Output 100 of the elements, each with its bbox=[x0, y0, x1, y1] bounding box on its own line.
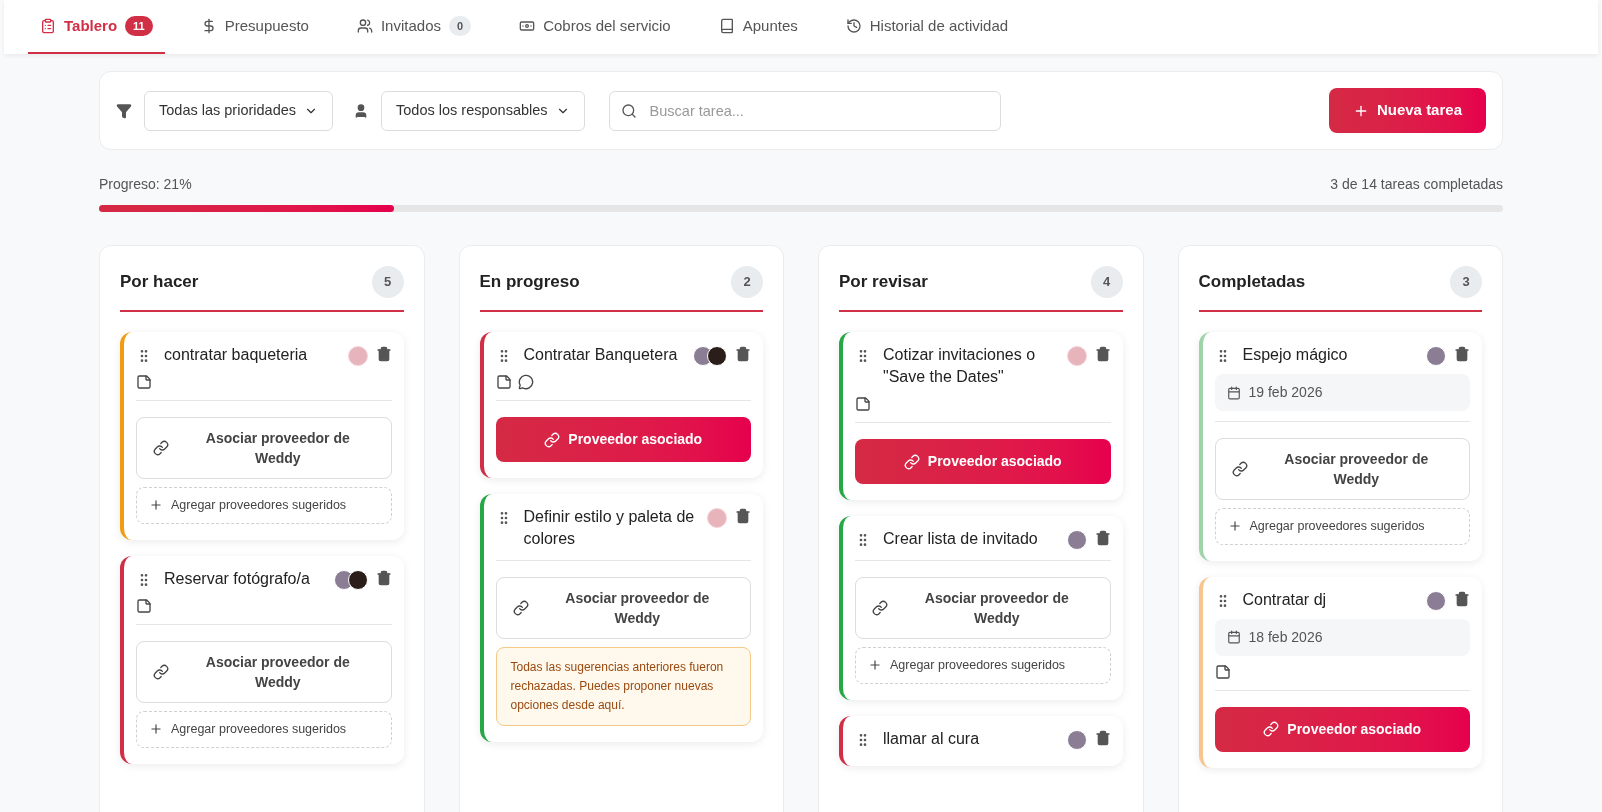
avatar bbox=[1066, 729, 1087, 750]
trash-icon[interactable] bbox=[735, 508, 751, 524]
task-title: Espejo mágico bbox=[1241, 345, 1349, 365]
note-icon[interactable] bbox=[495, 374, 512, 390]
trash-icon[interactable] bbox=[375, 569, 392, 586]
avatar bbox=[1426, 590, 1446, 611]
trash-icon[interactable] bbox=[1094, 729, 1111, 746]
history-icon bbox=[845, 18, 862, 34]
task-card[interactable]: contratar baqueteria Asociar proveedor de Weddy Agregar proveedores sugeridos bbox=[120, 332, 404, 540]
task-card[interactable]: Definir estilo y paleta de colores Asociar proveedor de Weddy Todas las sugerencias anteriores fueron rechazadas. Puedes proponer nuevas opciones desde aquí. bbox=[479, 494, 763, 742]
task-card[interactable]: Espejo mágico 19 feb 2026 Asociar proveedor de Weddy Agregar proveedores sugeridos bbox=[1198, 332, 1482, 561]
link-icon bbox=[544, 431, 561, 448]
avatar bbox=[347, 569, 368, 590]
avatar bbox=[707, 508, 727, 528]
warning-message: Todas las sugerencias anteriores fueron rechazadas. Puedes proponer nuevas opciones desde aquí. bbox=[495, 647, 751, 726]
add-suggested-providers-button[interactable]: Agregar proveedores sugeridos bbox=[136, 710, 392, 748]
link-icon bbox=[1263, 721, 1280, 738]
column-title: Por hacer bbox=[120, 271, 199, 294]
avatar bbox=[707, 346, 727, 366]
column-title: Completadas bbox=[1198, 271, 1306, 294]
calendar-icon bbox=[1226, 630, 1241, 645]
associate-provider-button[interactable]: Asociar proveedor de Weddy bbox=[136, 417, 392, 479]
tab[interactable]: Cobros del servicio bbox=[507, 0, 683, 54]
tab[interactable]: Tablero 11 bbox=[28, 0, 165, 54]
banknote-icon bbox=[519, 18, 536, 34]
plus-icon bbox=[1227, 519, 1242, 534]
note-icon[interactable] bbox=[1214, 663, 1231, 680]
associate-provider-button[interactable]: Asociar proveedor de Weddy bbox=[855, 577, 1111, 639]
task-title: contratar baqueteria bbox=[163, 345, 309, 365]
plus-icon bbox=[868, 658, 882, 673]
note-icon[interactable] bbox=[136, 374, 152, 390]
trash-icon[interactable] bbox=[735, 346, 751, 362]
link-icon bbox=[903, 453, 920, 470]
plus-icon bbox=[149, 722, 163, 737]
task-title: Reservar fotógrafo/a bbox=[163, 568, 311, 589]
due-date: 18 feb 2026 bbox=[1248, 627, 1323, 647]
tab[interactable]: Invitados 0 bbox=[344, 0, 484, 54]
count-badge: 5 bbox=[371, 266, 404, 298]
filter-icon bbox=[116, 102, 132, 119]
task-card[interactable]: Crear lista de invitado Asociar proveedor de Weddy Agregar proveedores sugeridos bbox=[839, 516, 1123, 700]
task-title: Contratar dj bbox=[1241, 589, 1328, 610]
avatar bbox=[1066, 530, 1087, 550]
trash-icon[interactable] bbox=[1454, 346, 1470, 362]
add-suggested-providers-button[interactable]: Agregar proveedores sugeridos bbox=[855, 647, 1111, 684]
tab[interactable]: Presupuesto bbox=[188, 0, 321, 54]
priority-dropdown[interactable]: Todas las prioridades bbox=[144, 90, 334, 131]
count-badge: 4 bbox=[1090, 266, 1123, 298]
avatar bbox=[1426, 346, 1446, 366]
count-badge: 2 bbox=[731, 266, 763, 298]
task-card[interactable]: llamar al cura bbox=[839, 715, 1123, 766]
search-icon bbox=[620, 102, 637, 119]
note-icon[interactable] bbox=[136, 597, 152, 614]
column-title: Por revisar bbox=[839, 271, 928, 294]
linked-provider-button[interactable]: Proveedor asociado bbox=[1214, 706, 1470, 752]
count-badge: 3 bbox=[1450, 266, 1482, 298]
linked-provider-button[interactable]: Proveedor asociado bbox=[855, 439, 1111, 484]
column-title: En progreso bbox=[479, 271, 580, 294]
speech-bubble-icon[interactable] bbox=[517, 374, 534, 390]
avatar bbox=[347, 346, 368, 366]
task-title: llamar al cura bbox=[882, 728, 981, 749]
task-card[interactable]: Contratar dj 18 feb 2026 Proveedor asociado bbox=[1198, 576, 1482, 768]
task-title: Cotizar invitaciones o "Save the Dates" bbox=[882, 345, 1037, 387]
avatar bbox=[1066, 346, 1087, 366]
note-icon[interactable] bbox=[855, 396, 871, 412]
count-badge: 11 bbox=[125, 15, 153, 37]
associate-provider-button[interactable]: Asociar proveedor de Weddy bbox=[136, 640, 392, 703]
trash-icon[interactable] bbox=[1454, 590, 1470, 607]
link-icon bbox=[512, 600, 529, 616]
count-badge: 0 bbox=[449, 15, 472, 37]
trash-icon[interactable] bbox=[1094, 346, 1111, 362]
add-suggested-providers-button[interactable]: Agregar proveedores sugeridos bbox=[1214, 508, 1470, 545]
due-date: 19 feb 2026 bbox=[1248, 383, 1323, 402]
trash-icon[interactable] bbox=[375, 346, 392, 362]
link-icon bbox=[153, 440, 169, 456]
task-title: Contratar Banquetera bbox=[522, 345, 679, 365]
new-task-button[interactable]: Nueva tarea bbox=[1328, 88, 1486, 133]
associate-provider-button[interactable]: Asociar proveedor de Weddy bbox=[1214, 438, 1470, 500]
users-icon bbox=[356, 18, 373, 34]
task-card[interactable]: Cotizar invitaciones o "Save the Dates" Proveedor asociado bbox=[839, 332, 1123, 500]
add-suggested-providers-button[interactable]: Agregar proveedores sugeridos bbox=[136, 487, 392, 524]
associate-provider-button[interactable]: Asociar proveedor de Weddy bbox=[495, 577, 751, 639]
link-icon bbox=[1231, 461, 1248, 477]
link-icon bbox=[153, 663, 169, 680]
link-icon bbox=[872, 600, 888, 616]
linked-provider-button[interactable]: Proveedor asociado bbox=[495, 417, 751, 462]
task-title: Crear lista de invitado bbox=[882, 529, 1039, 549]
progress-summary: 3 de 14 tareas completadas bbox=[1330, 175, 1503, 194]
search-field[interactable]: Buscar tarea... bbox=[608, 90, 1001, 131]
progress-label: Progreso: 21% bbox=[99, 175, 192, 194]
plus-icon bbox=[149, 498, 163, 513]
book-icon bbox=[718, 18, 735, 34]
task-card[interactable]: Contratar Banquetera Proveedor asociado bbox=[479, 332, 763, 478]
trash-icon[interactable] bbox=[1094, 530, 1111, 546]
calendar-icon bbox=[1226, 385, 1241, 400]
task-title: Definir estilo y paleta de colores bbox=[522, 507, 696, 549]
clipboard-icon bbox=[40, 18, 56, 34]
tab[interactable]: Historial de actividad bbox=[833, 0, 1021, 54]
task-card[interactable]: Reservar fotógrafo/a Asociar proveedor de Weddy Agregar proveedores sugeridos bbox=[120, 555, 404, 764]
responsible-dropdown[interactable]: Todos los responsables bbox=[381, 90, 585, 131]
tab[interactable]: Apuntes bbox=[706, 0, 810, 54]
